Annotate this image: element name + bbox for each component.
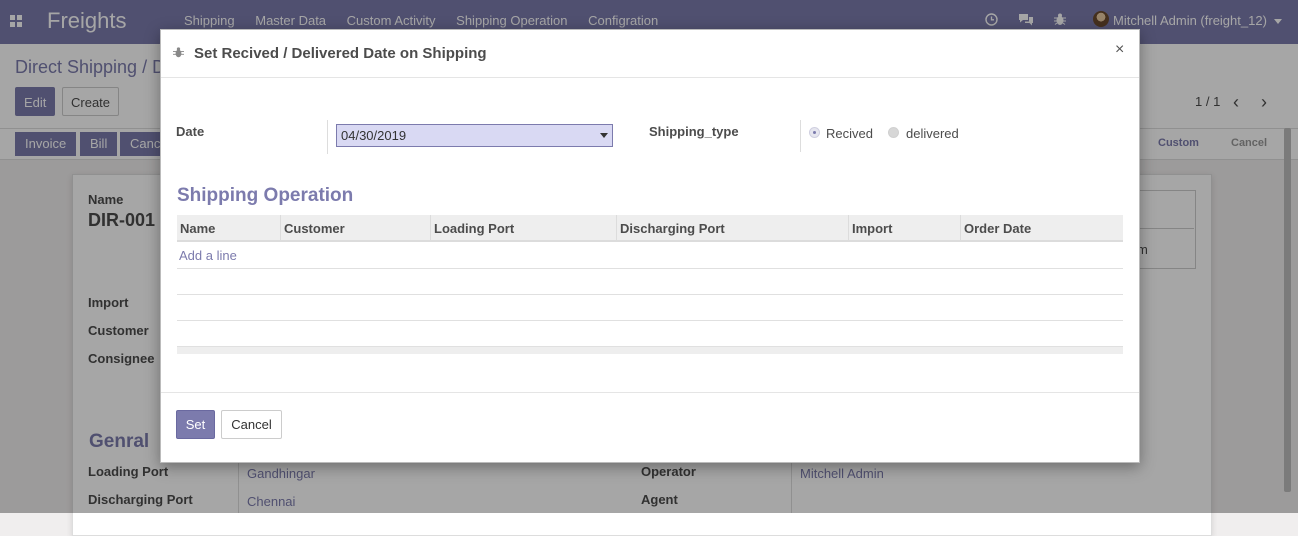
table-footer	[177, 347, 1123, 354]
dialog-header: Set Recived / Delivered Date on Shipping…	[161, 30, 1139, 78]
column-header-discharging-port[interactable]: Discharging Port	[620, 221, 725, 236]
column-separator[interactable]	[616, 215, 617, 240]
column-separator[interactable]	[280, 215, 281, 240]
date-label: Date	[176, 124, 205, 139]
debug-bug-icon[interactable]	[173, 47, 184, 58]
column-header-customer[interactable]: Customer	[284, 221, 345, 236]
close-icon[interactable]: ×	[1115, 41, 1124, 59]
column-header-import[interactable]: Import	[852, 221, 892, 236]
date-value: 04/30/2019	[341, 128, 407, 143]
divider	[800, 120, 801, 152]
table-header: Name Customer Loading Port Discharging P…	[177, 215, 1123, 242]
radio-recived[interactable]	[809, 127, 820, 138]
shipping-operation-section-title: Shipping Operation	[177, 185, 354, 206]
radio-delivered[interactable]	[888, 127, 899, 138]
add-a-line-link[interactable]: Add a line	[179, 248, 237, 263]
column-header-order-date[interactable]: Order Date	[964, 221, 1031, 236]
column-separator[interactable]	[848, 215, 849, 240]
column-separator[interactable]	[960, 215, 961, 240]
dialog-title: Set Recived / Delivered Date on Shipping	[194, 45, 487, 62]
column-header-loading-port[interactable]: Loading Port	[434, 221, 514, 236]
shipping-type-label: Shipping_type	[649, 124, 739, 139]
dialog-footer: Set Cancel	[161, 392, 1139, 463]
date-field[interactable]: 04/30/2019	[336, 124, 613, 147]
radio-delivered-label[interactable]: delivered	[906, 126, 959, 141]
set-date-dialog: Set Recived / Delivered Date on Shipping…	[160, 29, 1140, 463]
column-header-name[interactable]: Name	[180, 221, 215, 236]
table-row	[177, 269, 1123, 295]
table-row	[177, 321, 1123, 347]
radio-recived-label[interactable]: Recived	[826, 126, 873, 141]
table-row: Add a line	[177, 243, 1123, 269]
column-separator[interactable]	[430, 215, 431, 240]
cancel-button[interactable]: Cancel	[221, 410, 282, 439]
chevron-down-icon[interactable]	[600, 133, 608, 138]
set-button[interactable]: Set	[176, 410, 215, 439]
table-row	[177, 295, 1123, 321]
divider	[327, 120, 328, 154]
